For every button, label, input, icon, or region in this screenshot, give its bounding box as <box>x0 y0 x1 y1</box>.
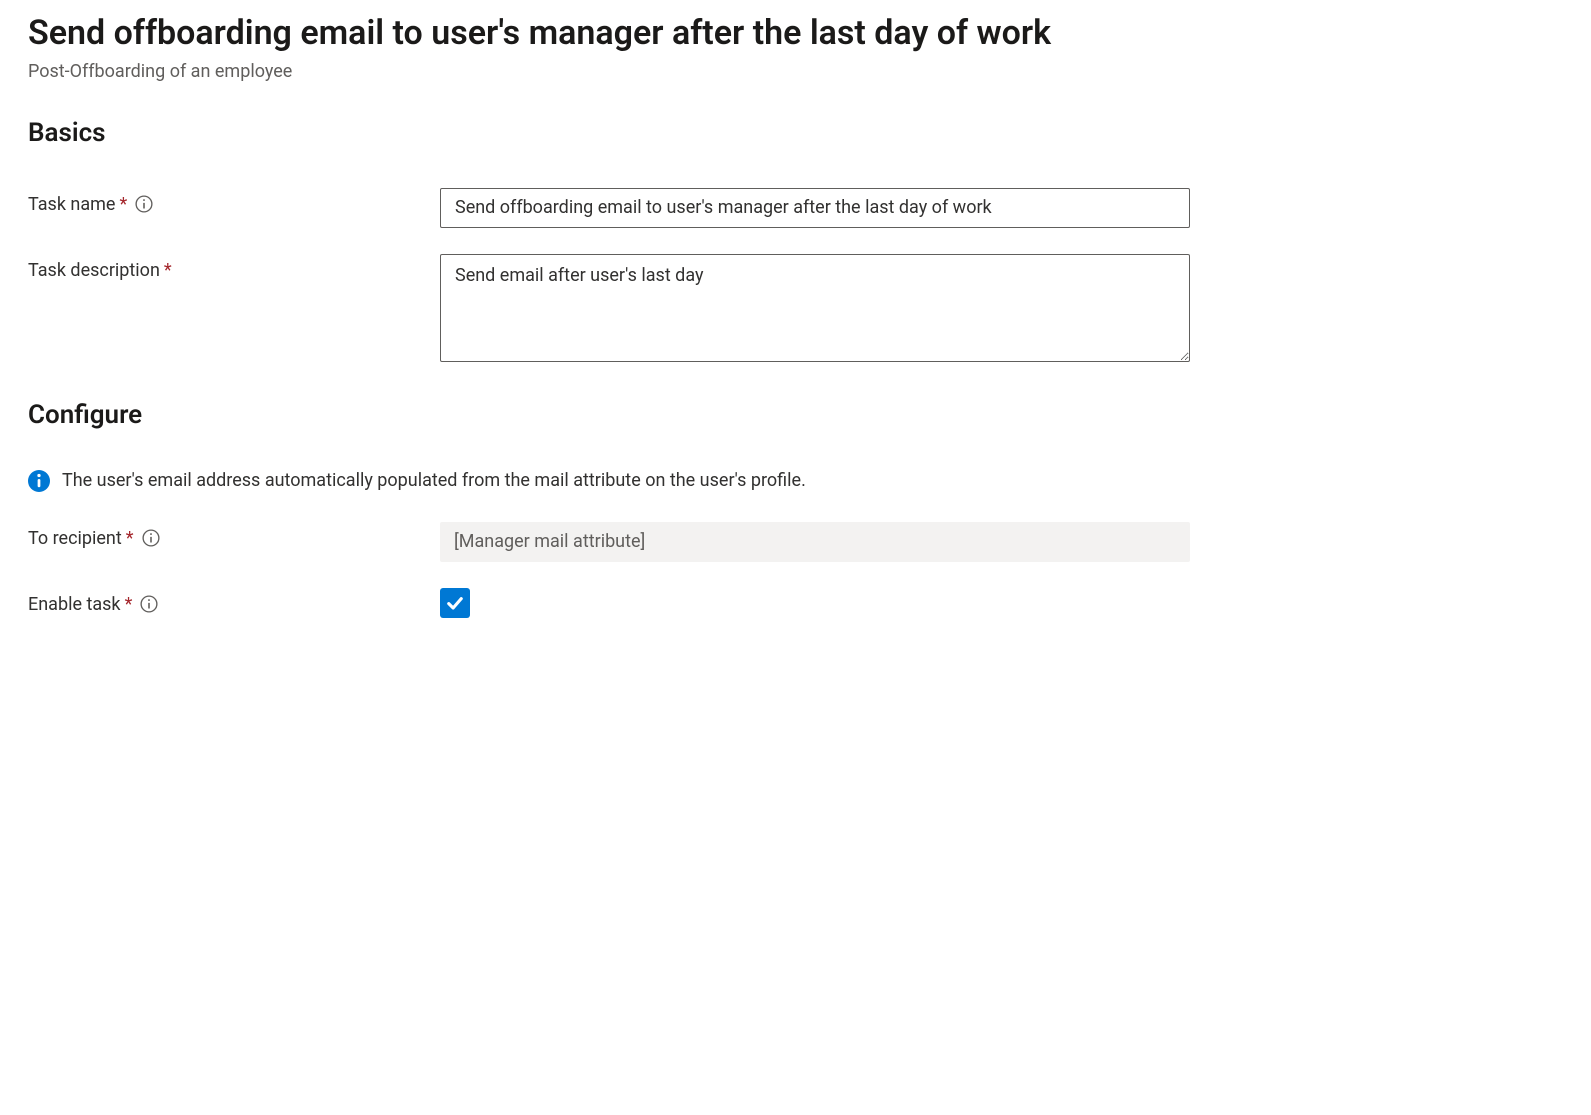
to-recipient-label: To recipient <box>28 528 122 549</box>
required-asterisk: * <box>125 594 133 615</box>
enable-task-label-group: Enable task * <box>28 588 440 615</box>
task-description-label: Task description <box>28 260 160 281</box>
form-row-task-name: Task name * <box>28 188 1563 228</box>
required-asterisk: * <box>119 194 127 215</box>
section-heading-basics: Basics <box>28 118 1563 148</box>
page-subtitle: Post-Offboarding of an employee <box>28 61 1563 82</box>
required-asterisk: * <box>126 528 134 549</box>
enable-task-label: Enable task <box>28 594 121 615</box>
info-icon[interactable] <box>135 195 153 213</box>
task-name-label-group: Task name * <box>28 188 440 215</box>
form-row-to-recipient: To recipient * [Manager mail attribute] <box>28 522 1563 562</box>
page-title: Send offboarding email to user's manager… <box>28 12 1563 55</box>
info-banner: The user's email address automatically p… <box>28 470 1563 492</box>
task-description-input[interactable] <box>440 254 1190 362</box>
enable-task-checkbox[interactable] <box>440 588 470 618</box>
info-icon[interactable] <box>140 595 158 613</box>
info-filled-icon <box>28 470 50 492</box>
info-icon[interactable] <box>142 529 160 547</box>
section-heading-configure: Configure <box>28 400 1563 430</box>
form-row-task-description: Task description * <box>28 254 1563 366</box>
to-recipient-label-group: To recipient * <box>28 522 440 549</box>
task-name-input[interactable] <box>440 188 1190 228</box>
task-name-label: Task name <box>28 194 115 215</box>
required-asterisk: * <box>164 260 172 281</box>
to-recipient-field: [Manager mail attribute] <box>440 522 1190 562</box>
task-description-label-group: Task description * <box>28 254 440 281</box>
info-banner-text: The user's email address automatically p… <box>62 470 806 491</box>
form-row-enable-task: Enable task * <box>28 588 1563 618</box>
